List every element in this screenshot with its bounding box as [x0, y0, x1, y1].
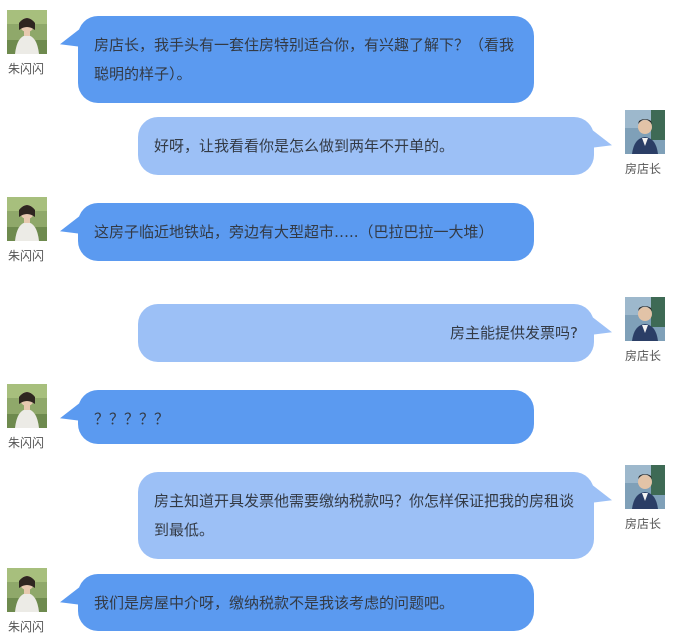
message-bubble: 房主能提供发票吗? — [138, 304, 612, 362]
message-text: 房主知道开具发票他需要缴纳税款吗？你怎样保证把我的房租谈到最低。 — [154, 492, 575, 539]
woman-avatar-icon[interactable] — [7, 568, 47, 612]
bubble-tail — [592, 316, 612, 342]
sender-name: 房店长 — [625, 162, 662, 176]
bubble-tail — [60, 215, 80, 241]
bubble-tail — [60, 586, 80, 612]
bubble-tail — [592, 129, 612, 155]
message-bubble: 这房子临近地铁站，旁边有大型超市…..（巴拉巴拉一大堆） — [60, 203, 534, 261]
sender-name: 房店长 — [625, 349, 662, 363]
man-avatar-icon[interactable] — [625, 110, 665, 154]
sender-name: 朱闪闪 — [8, 436, 45, 450]
message-text: ？？？？？ — [94, 410, 170, 428]
woman-avatar-icon[interactable] — [7, 197, 47, 241]
message-text: 好呀，让我看看你是怎么做到两年不开单的。 — [154, 137, 455, 155]
sender-name: 朱闪闪 — [8, 62, 45, 76]
chat-conversation: 朱闪闪 房店长，我手头有一套住房特别适合你，有兴趣了解下？（看我聪明的样子）。 … — [0, 0, 675, 636]
bubble-tail — [60, 28, 80, 54]
message-text: 房主能提供发票吗? — [450, 324, 578, 342]
woman-avatar-icon[interactable] — [7, 10, 47, 54]
man-avatar-icon[interactable] — [625, 465, 665, 509]
message-bubble: ？？？？？ — [60, 390, 534, 444]
bubble-tail — [592, 484, 612, 510]
sender-name: 房店长 — [625, 517, 662, 531]
woman-avatar-icon[interactable] — [7, 384, 47, 428]
man-avatar-icon[interactable] — [625, 297, 665, 341]
message-bubble: 好呀，让我看看你是怎么做到两年不开单的。 — [138, 117, 612, 175]
message-bubble: 我们是房屋中介呀，缴纳税款不是我该考虑的问题吧。 — [60, 574, 534, 631]
message-text: 这房子临近地铁站，旁边有大型超市…..（巴拉巴拉一大堆） — [94, 223, 494, 241]
message-text: 我们是房屋中介呀，缴纳税款不是我该考虑的问题吧。 — [94, 594, 455, 612]
sender-name: 朱闪闪 — [8, 249, 45, 263]
message-bubble: 房主知道开具发票他需要缴纳税款吗？你怎样保证把我的房租谈到最低。 — [138, 472, 612, 559]
message-text: 房店长，我手头有一套住房特别适合你，有兴趣了解下？（看我聪明的样子）。 — [94, 36, 515, 83]
message-bubble: 房店长，我手头有一套住房特别适合你，有兴趣了解下？（看我聪明的样子）。 — [60, 16, 534, 103]
bubble-tail — [60, 402, 80, 428]
sender-name: 朱闪闪 — [8, 620, 45, 634]
